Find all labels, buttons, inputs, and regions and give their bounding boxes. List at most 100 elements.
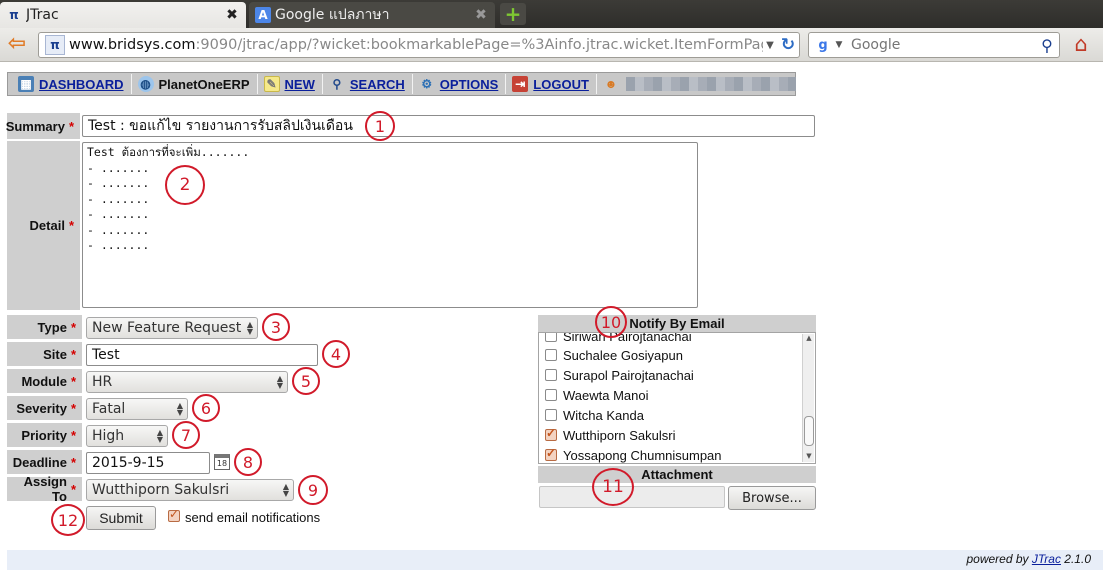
tab-google-translate[interactable]: A Google แปลภาษา ✖ — [249, 2, 495, 28]
search-engine-dropdown-icon[interactable]: ▼ — [833, 40, 845, 50]
tab-title: JTrac — [26, 7, 59, 23]
annotation-marker-5: 5 — [292, 367, 320, 395]
reload-icon[interactable]: ↻ — [777, 35, 799, 55]
annotation-marker-9: 9 — [298, 475, 328, 505]
project-name: PlanetOneERP — [158, 76, 250, 92]
search-icon: ⚲ — [332, 77, 342, 91]
notify-by-email-header: Notify By Email — [538, 315, 816, 332]
send-email-checkbox[interactable] — [168, 507, 180, 522]
notify-checkbox[interactable] — [545, 349, 557, 361]
attachment-header: Attachment — [538, 466, 816, 483]
severity-label: Severity * — [7, 396, 82, 420]
calendar-icon[interactable]: 18 — [214, 454, 230, 470]
type-select[interactable]: New Feature Request ▲ ▼ — [86, 317, 258, 339]
web-search-input[interactable] — [845, 37, 1035, 53]
options-link[interactable]: OPTIONS — [440, 77, 499, 92]
site-label: Site * — [7, 342, 82, 366]
notify-person[interactable]: Witcha Kanda — [545, 406, 644, 424]
module-select[interactable]: HR ▲ ▼ — [86, 371, 288, 393]
module-label: Module * — [7, 369, 82, 393]
url-text[interactable]: www.bridsys.com:9090/jtrac/app/?wicket:b… — [69, 37, 763, 53]
menu-options[interactable]: ⚙ OPTIONS — [413, 74, 507, 94]
priority-select[interactable]: High ▲ ▼ — [86, 425, 168, 447]
search-link[interactable]: SEARCH — [350, 77, 405, 92]
address-bar[interactable]: π www.bridsys.com:9090/jtrac/app/?wicket… — [38, 32, 800, 58]
blurred-username — [625, 77, 796, 91]
notify-list[interactable]: Siriwan Pairojtanachai Suchalee Gosiyapu… — [538, 332, 816, 464]
site-identity-icon[interactable]: π — [45, 35, 65, 55]
severity-select[interactable]: Fatal ▲ ▼ — [86, 398, 188, 420]
menu-search[interactable]: ⚲ SEARCH — [323, 74, 413, 94]
assign-to-select[interactable]: Wutthiporn Sakulsri ▲ ▼ — [86, 479, 294, 501]
google-translate-favicon-icon: A — [255, 7, 271, 23]
notify-person[interactable]: Waewta Manoi — [545, 386, 649, 404]
deadline-input[interactable]: 2015-9-15 — [86, 452, 210, 474]
close-tab-icon[interactable]: ✖ — [473, 7, 489, 23]
back-arrow-icon[interactable]: ⇦ — [4, 33, 30, 56]
annotation-marker-11: 11 — [592, 468, 634, 506]
dashboard-link[interactable]: DASHBOARD — [39, 77, 124, 92]
notify-person[interactable]: Surapol Pairojtanachai — [545, 366, 694, 384]
notify-person[interactable]: Yossapong Chumnisumpan — [545, 446, 722, 463]
browser-navigation-bar: ⇦ π www.bridsys.com:9090/jtrac/app/?wick… — [0, 28, 1103, 62]
type-label: Type * — [7, 315, 82, 339]
notify-checkbox[interactable] — [545, 446, 557, 461]
annotation-marker-12: 12 — [51, 504, 85, 536]
summary-label: Summary * — [6, 113, 80, 139]
annotation-marker-4: 4 — [322, 340, 350, 368]
updown-arrows-icon: ▲ ▼ — [282, 482, 290, 498]
updown-arrows-icon: ▲ ▼ — [176, 401, 184, 417]
assign-to-label: Assign To * — [7, 474, 82, 504]
home-icon[interactable]: ⌂ — [1068, 33, 1094, 57]
google-engine-icon[interactable]: g — [813, 36, 833, 54]
notify-checkbox[interactable] — [545, 426, 557, 441]
site-value: Test — [92, 347, 120, 363]
site-input[interactable]: Test — [86, 344, 318, 366]
priority-label: Priority * — [7, 423, 82, 447]
close-tab-icon[interactable]: ✖ — [224, 7, 240, 23]
menu-new[interactable]: ✎ NEW — [258, 74, 323, 94]
tab-title: Google แปลภาษา — [275, 7, 390, 23]
search-icon[interactable]: ⚲ — [1035, 36, 1059, 55]
menu-project: ◍ PlanetOneERP — [132, 74, 258, 94]
user-icon: ☻ — [604, 77, 618, 91]
new-link[interactable]: NEW — [285, 77, 315, 92]
updown-arrows-icon: ▲ ▼ — [276, 374, 284, 390]
url-dropdown-icon[interactable]: ▼ — [763, 40, 777, 51]
scroll-down-icon[interactable]: ▼ — [803, 452, 815, 462]
new-tab-button[interactable]: + — [500, 2, 526, 26]
notify-checkbox[interactable] — [545, 333, 557, 342]
send-email-label: send email notifications — [185, 510, 321, 525]
jtrac-favicon-icon: π — [9, 8, 19, 22]
scrollbar-thumb[interactable] — [804, 416, 814, 446]
dashboard-icon: ▦ — [18, 76, 34, 92]
notify-person[interactable]: Suchalee Gosiyapun — [545, 346, 683, 364]
logout-icon: ⇥ — [512, 76, 529, 92]
jtrac-link[interactable]: JTrac — [1032, 552, 1061, 566]
updown-arrows-icon: ▲ ▼ — [246, 320, 254, 336]
annotation-marker-3: 3 — [262, 313, 290, 341]
scroll-up-icon[interactable]: ▲ — [803, 334, 815, 344]
notify-person[interactable]: Wutthiporn Sakulsri — [545, 426, 675, 444]
web-search-bar[interactable]: g ▼ ⚲ — [808, 32, 1060, 58]
tab-jtrac[interactable]: π JTrac ✖ — [0, 2, 246, 28]
new-item-icon: ✎ — [263, 76, 280, 92]
menu-dashboard[interactable]: ▦ DASHBOARD — [12, 74, 132, 94]
menu-logout[interactable]: ⇥ LOGOUT — [506, 74, 597, 94]
updown-arrows-icon: ▲ ▼ — [156, 428, 164, 444]
annotation-marker-10: 10 — [595, 306, 627, 338]
notify-scrollbar[interactable]: ▲ ▼ — [802, 334, 814, 462]
annotation-marker-8: 8 — [234, 448, 262, 476]
notify-checkbox[interactable] — [545, 369, 557, 381]
notify-checkbox[interactable] — [545, 409, 557, 421]
menu-user: ☻ — [597, 74, 803, 94]
logout-link[interactable]: LOGOUT — [533, 77, 589, 92]
browse-button[interactable]: Browse... — [728, 486, 816, 510]
submit-button[interactable]: Submit — [86, 506, 156, 530]
annotation-marker-2: 2 — [165, 165, 205, 205]
summary-input[interactable]: Test : ขอแก้ไข รายงานการรับสลิปเงินเดือน — [82, 115, 815, 137]
detail-label: Detail * — [7, 141, 80, 310]
notify-checkbox[interactable] — [545, 389, 557, 401]
summary-value: Test : ขอแก้ไข รายงานการรับสลิปเงินเดือน — [88, 118, 353, 134]
gear-icon: ⚙ — [421, 77, 433, 91]
